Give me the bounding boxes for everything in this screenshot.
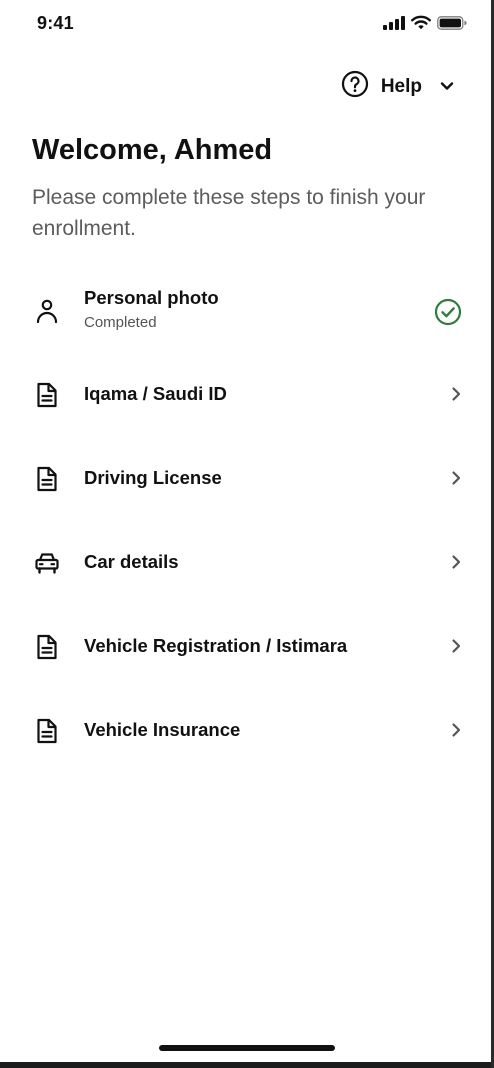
help-label: Help xyxy=(380,75,422,97)
step-vehicle-insurance[interactable]: Vehicle Insurance xyxy=(0,688,494,772)
step-iqama-saudi-id[interactable]: Iqama / Saudi ID xyxy=(0,352,494,436)
document-icon xyxy=(33,465,61,493)
page-title: Welcome, Ahmed xyxy=(32,134,273,166)
step-label: Vehicle Insurance xyxy=(84,719,241,740)
chevron-right-icon xyxy=(450,722,462,738)
home-indicator[interactable] xyxy=(159,1045,335,1051)
step-label: Personal photo xyxy=(84,287,219,308)
help-button[interactable]: Help xyxy=(341,70,454,103)
check-circle-icon xyxy=(434,298,462,326)
chevron-right-icon xyxy=(450,470,462,486)
step-text: Vehicle Insurance xyxy=(84,719,240,741)
step-text: Car details xyxy=(84,551,179,573)
chevron-right-icon xyxy=(450,638,462,654)
step-vehicle-registration[interactable]: Vehicle Registration / Istimara xyxy=(0,604,494,688)
step-label: Driving License xyxy=(84,467,222,488)
document-icon xyxy=(33,717,61,745)
question-circle-icon xyxy=(341,70,369,103)
document-icon xyxy=(33,633,61,661)
step-text: Personal photo Completed xyxy=(84,287,219,331)
step-label: Car details xyxy=(84,551,179,572)
step-status: Completed xyxy=(84,314,157,331)
bottom-edge xyxy=(0,1062,494,1068)
wifi-icon xyxy=(411,15,431,30)
step-text: Vehicle Registration / Istimara xyxy=(84,635,347,657)
step-text: Iqama / Saudi ID xyxy=(84,383,227,405)
person-icon xyxy=(33,297,61,325)
status-bar: 9:41 xyxy=(0,0,494,48)
page-subtitle: Please complete these steps to finish yo… xyxy=(32,186,426,240)
status-time: 9:41 xyxy=(37,13,74,33)
step-label: Iqama / Saudi ID xyxy=(84,383,227,404)
chevron-right-icon xyxy=(450,554,462,570)
car-icon xyxy=(33,549,61,577)
chevron-down-icon xyxy=(440,78,454,96)
chevron-right-icon xyxy=(450,386,462,402)
step-label: Vehicle Registration / Istimara xyxy=(84,635,348,656)
cellular-signal-icon xyxy=(383,15,405,30)
status-icons xyxy=(383,15,467,30)
battery-icon xyxy=(437,15,467,30)
step-driving-license[interactable]: Driving License xyxy=(0,436,494,520)
document-icon xyxy=(33,381,61,409)
step-car-details[interactable]: Car details xyxy=(0,520,494,604)
step-personal-photo[interactable]: Personal photo Completed xyxy=(0,268,494,352)
step-text: Driving License xyxy=(84,467,222,489)
